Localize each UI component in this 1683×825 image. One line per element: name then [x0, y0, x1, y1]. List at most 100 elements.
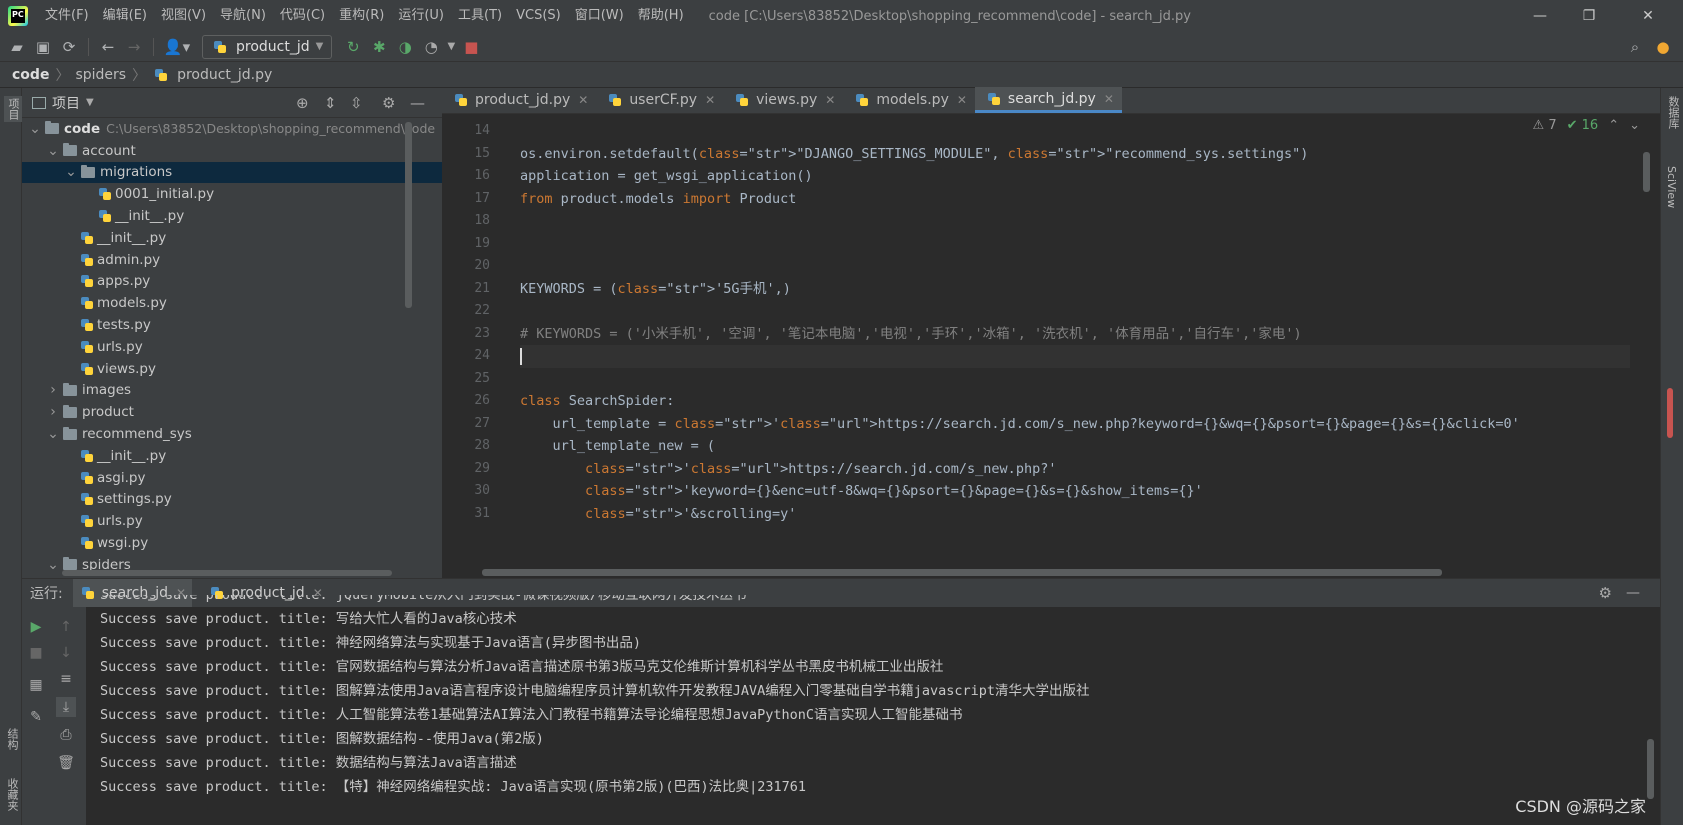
tree-folder[interactable]: ⌄ recommend_sys: [22, 423, 442, 445]
down-icon[interactable]: ↓: [56, 643, 76, 663]
error-stripe-marker[interactable]: [1667, 388, 1673, 438]
layout-icon[interactable]: ▦: [26, 675, 46, 695]
chevron-down-icon[interactable]: ⌄: [64, 164, 78, 180]
save-icon[interactable]: ▣: [30, 34, 56, 60]
tree-file[interactable]: views.py: [22, 358, 442, 380]
close-icon[interactable]: ✕: [1625, 0, 1671, 32]
tree-folder[interactable]: › product: [22, 401, 442, 423]
menu-item[interactable]: 工具(T): [451, 0, 509, 32]
print-icon[interactable]: ⎙: [56, 725, 76, 745]
console-output[interactable]: Success save product. title: jQueryMobil…: [100, 595, 1640, 814]
tree-file[interactable]: admin.py: [22, 249, 442, 271]
editor-tab[interactable]: search_jd.py ✕: [974, 87, 1122, 113]
editor-tab[interactable]: models.py ✕: [843, 87, 975, 113]
menu-item[interactable]: 视图(V): [154, 0, 213, 32]
close-tab-icon[interactable]: ✕: [825, 93, 835, 107]
gear-icon[interactable]: ⚙: [382, 94, 395, 112]
more-run-options-icon[interactable]: ▼: [444, 34, 458, 60]
tree-folder[interactable]: ⌄ code C:\Users\83852\Desktop\shopping_rec…: [22, 118, 442, 140]
structure-tool-tab[interactable]: 结构: [4, 728, 20, 750]
hide-panel-icon[interactable]: —: [410, 94, 425, 112]
close-tab-icon[interactable]: ✕: [578, 93, 588, 107]
chevron-down-icon[interactable]: ⌄: [28, 121, 42, 137]
editor-tab[interactable]: views.py ✕: [723, 87, 843, 113]
tree-folder[interactable]: ⌄ account: [22, 140, 442, 162]
tree-file[interactable]: __init__.py: [22, 445, 442, 467]
stop-icon[interactable]: ■: [26, 643, 46, 663]
tree-file[interactable]: __init__.py: [22, 227, 442, 249]
favorites-tool-tab[interactable]: 收藏夹: [4, 778, 20, 811]
sync-icon[interactable]: ⟳: [56, 34, 82, 60]
close-tab-icon[interactable]: ✕: [957, 93, 967, 107]
update-icon[interactable]: ●: [1650, 34, 1676, 60]
tree-file[interactable]: urls.py: [22, 336, 442, 358]
vcs-user-icon[interactable]: 👤▾: [160, 34, 194, 60]
search-icon[interactable]: ⌕: [1622, 34, 1648, 60]
trash-icon[interactable]: 🗑: [56, 753, 76, 773]
menu-item[interactable]: 帮助(H): [631, 0, 691, 32]
tree-file[interactable]: wsgi.py: [22, 532, 442, 554]
tree-file[interactable]: asgi.py: [22, 467, 442, 489]
run-config-select[interactable]: product_jd ▼: [202, 34, 333, 59]
expand-all-icon[interactable]: ⇕: [324, 94, 337, 112]
back-icon[interactable]: ←: [95, 34, 121, 60]
close-tab-icon[interactable]: ✕: [705, 93, 715, 107]
tree-file[interactable]: models.py: [22, 292, 442, 314]
tree-file[interactable]: settings.py: [22, 489, 442, 511]
chevron-down-icon[interactable]: ⌄: [46, 557, 60, 573]
breadcrumb-item[interactable]: code: [12, 67, 49, 83]
project-tool-tab[interactable]: 项目: [4, 96, 22, 122]
stop-icon[interactable]: ■: [458, 34, 484, 60]
collapse-all-icon[interactable]: ⇳: [350, 94, 363, 112]
chevron-right-icon[interactable]: ›: [46, 404, 60, 420]
menu-item[interactable]: 运行(U): [391, 0, 451, 32]
menu-item[interactable]: 窗口(W): [568, 0, 631, 32]
console-scrollbar[interactable]: [1647, 739, 1654, 799]
editor-horizontal-scrollbar[interactable]: [482, 569, 1442, 576]
open-folder-icon[interactable]: ▰: [4, 34, 30, 60]
chevron-down-icon[interactable]: ⌄: [46, 143, 60, 159]
chevron-right-icon[interactable]: ›: [46, 382, 60, 398]
tree-folder[interactable]: ⌄ migrations: [22, 161, 442, 184]
tree-file[interactable]: apps.py: [22, 271, 442, 293]
next-highlight-icon[interactable]: ⌄: [1629, 118, 1640, 133]
code-area[interactable]: os.environ.setdefault(class="str">"DJANG…: [520, 120, 1630, 570]
tree-horizontal-scrollbar[interactable]: [62, 570, 392, 576]
tree-scrollbar[interactable]: [405, 122, 412, 308]
project-header-label[interactable]: 项目: [52, 93, 80, 113]
profile-icon[interactable]: ◔: [418, 34, 444, 60]
tree-file[interactable]: urls.py: [22, 510, 442, 532]
menu-item[interactable]: 代码(C): [273, 0, 332, 32]
pin-icon[interactable]: ✎: [26, 707, 46, 727]
forward-icon[interactable]: →: [121, 34, 147, 60]
menu-item[interactable]: 编辑(E): [96, 0, 154, 32]
tree-file[interactable]: tests.py: [22, 314, 442, 336]
chevron-down-icon[interactable]: ⌄: [46, 426, 60, 442]
close-tab-icon[interactable]: ✕: [1104, 92, 1114, 106]
editor-tab[interactable]: product_jd.py ✕: [442, 87, 596, 113]
breadcrumb-item[interactable]: spiders: [75, 67, 126, 83]
soft-wrap-icon[interactable]: ≡: [56, 669, 76, 689]
database-tool-tab[interactable]: 数据库: [1665, 96, 1681, 129]
rerun-icon[interactable]: ▶: [26, 617, 46, 637]
breadcrumb-item[interactable]: product_jd.py: [177, 67, 272, 83]
editor-tab[interactable]: userCF.py ✕: [596, 87, 723, 113]
menu-item[interactable]: VCS(S): [509, 0, 568, 32]
tree-folder[interactable]: › images: [22, 380, 442, 402]
menu-item[interactable]: 重构(R): [332, 0, 391, 32]
locate-icon[interactable]: ⊕: [296, 94, 309, 112]
up-icon[interactable]: ↑: [56, 617, 76, 637]
tree-file[interactable]: 0001_initial.py: [22, 183, 442, 205]
editor-scrollbar[interactable]: [1643, 152, 1650, 192]
tree-file[interactable]: __init__.py: [22, 205, 442, 227]
restore-icon[interactable]: ❐: [1566, 0, 1612, 32]
sciview-tool-tab[interactable]: SciView: [1665, 166, 1678, 208]
coverage-icon[interactable]: ◑: [392, 34, 418, 60]
rerun-icon[interactable]: ↻: [340, 34, 366, 60]
menu-item[interactable]: 导航(N): [213, 0, 273, 32]
debug-icon[interactable]: ✱: [366, 34, 392, 60]
chevron-down-icon[interactable]: ▼: [86, 97, 94, 108]
scroll-to-end-icon[interactable]: ⤓: [56, 697, 76, 717]
menu-item[interactable]: 文件(F): [38, 0, 96, 32]
minimize-icon[interactable]: —: [1517, 0, 1563, 32]
